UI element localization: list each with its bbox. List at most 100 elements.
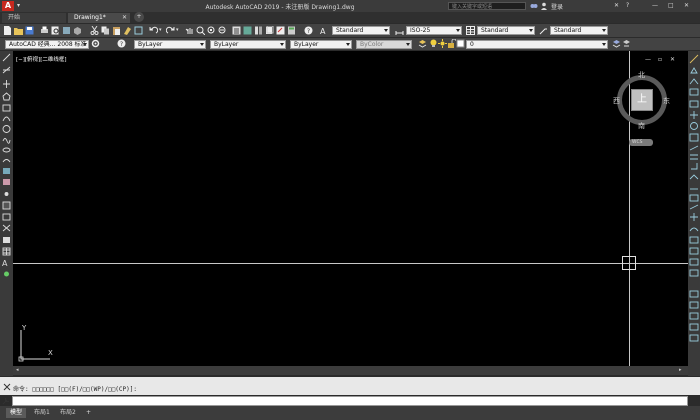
workspace-value: AutoCAD 经典... 2008 标准 [9, 41, 87, 48]
table-style-select[interactable]: Standard [477, 26, 535, 35]
text-style-icon[interactable]: A [319, 26, 328, 35]
standard-toolbar: ▾ ▾ ? A Standard ISO-25 Standard Standar… [0, 24, 700, 37]
viewcube-west-label[interactable]: 西 [613, 96, 620, 106]
design-center-icon[interactable] [243, 26, 252, 35]
new-tab-button[interactable]: + [134, 12, 144, 22]
layer-properties-icon[interactable] [418, 39, 427, 48]
viewcube-east-label[interactable]: 东 [663, 96, 670, 106]
tab-start[interactable]: 开始 [2, 13, 66, 23]
wcs-menu-button[interactable]: WCS [629, 139, 653, 146]
mleader-style-icon[interactable] [539, 26, 548, 35]
copy-icon[interactable] [101, 26, 110, 35]
command-customize-wrench-icon[interactable] [2, 397, 11, 405]
horizontal-scrollbar[interactable]: ◂ ▸ [13, 366, 688, 375]
maximize-button[interactable]: □ [668, 2, 674, 9]
linetype-value: ByLayer [214, 41, 239, 48]
table-style-icon[interactable] [466, 26, 475, 35]
new-file-icon[interactable] [3, 26, 12, 35]
app-menu-arrow-icon[interactable]: ▾ [17, 2, 20, 9]
lineweight-value: ByLayer [294, 41, 319, 48]
workspace-select[interactable]: AutoCAD 经典... 2008 标准 [5, 40, 89, 49]
user-icon[interactable] [540, 2, 548, 10]
plot-icon[interactable] [40, 26, 49, 35]
sheet-set-icon[interactable] [265, 26, 274, 35]
layer-previous-icon[interactable] [622, 39, 631, 48]
ucs-icon [18, 330, 50, 362]
color-value: ByLayer [138, 41, 163, 48]
tab-layout1[interactable]: 布局1 [30, 408, 54, 418]
viewcube-south-label[interactable]: 南 [638, 121, 645, 131]
command-input[interactable] [12, 396, 688, 406]
drawing-canvas[interactable]: [−][俯视][二维线框] — ▫ ✕ 上 北 南 东 西 WCS Y X [13, 51, 688, 366]
text-style-select[interactable]: Standard [332, 26, 390, 35]
redo-icon[interactable] [166, 26, 175, 35]
layer-select[interactable]: 0 [466, 40, 608, 49]
zoom-realtime-icon[interactable] [196, 26, 205, 35]
redo-dropdown-icon[interactable]: ▾ [176, 27, 179, 33]
color-select[interactable]: ByLayer [134, 40, 206, 49]
chevron-down-icon [529, 29, 533, 32]
block-editor-icon[interactable] [134, 26, 143, 35]
linetype-select[interactable]: ByLayer [210, 40, 286, 49]
viewport-controls-label[interactable]: [−][俯视][二维线框] [16, 55, 66, 63]
properties-icon[interactable] [232, 26, 241, 35]
plot-preview-icon[interactable] [51, 26, 60, 35]
save-icon[interactable] [25, 26, 34, 35]
close-button[interactable]: ✕ [684, 2, 689, 9]
chevron-down-icon [602, 43, 606, 46]
paste-icon[interactable] [112, 26, 121, 35]
help-circle-icon[interactable]: ? [117, 39, 126, 48]
command-prompt-text: 命令: □□□□□□ [□□(F)/□□(WP)/□□(CP)]: [13, 386, 137, 393]
mleader-style-select[interactable]: Standard [550, 26, 608, 35]
publish-icon[interactable] [62, 26, 71, 35]
dim-style-select[interactable]: ISO-25 [406, 26, 462, 35]
dim-style-icon[interactable] [395, 26, 404, 35]
layer-color-swatch-icon [456, 39, 465, 48]
match-properties-icon[interactable] [123, 26, 132, 35]
search-input[interactable]: 键入关键字或短语 [448, 2, 526, 10]
pan-icon[interactable] [185, 26, 194, 35]
autocad-logo-icon[interactable]: A [2, 1, 14, 11]
table-style-value: Standard [481, 27, 509, 34]
help-circle-icon[interactable]: ? [304, 26, 313, 35]
chevron-down-icon [346, 43, 350, 46]
viewport-minimize-button[interactable]: — [645, 56, 651, 63]
tab-layout2[interactable]: 布局2 [56, 408, 80, 418]
minimize-button[interactable]: — [652, 2, 658, 9]
open-folder-icon[interactable] [14, 26, 23, 35]
lineweight-select[interactable]: ByLayer [290, 40, 352, 49]
sign-in-label[interactable]: 登录 [551, 2, 563, 11]
undo-icon[interactable] [149, 26, 158, 35]
search-binoculars-icon[interactable] [530, 2, 538, 10]
workspace-settings-gear-icon[interactable] [91, 39, 100, 48]
cut-icon[interactable] [90, 26, 99, 35]
tool-palettes-icon[interactable] [254, 26, 263, 35]
scroll-right-icon[interactable]: ▸ [679, 368, 683, 373]
layers-properties-toolbar: AutoCAD 经典... 2008 标准 ? ByLayer ByLayer … [0, 38, 700, 50]
exchange-icon[interactable]: ✕ [614, 2, 619, 9]
viewcube-top-face[interactable]: 上 [631, 89, 653, 111]
unlock-icon[interactable] [447, 39, 456, 48]
viewport-close-button[interactable]: ✕ [670, 56, 675, 63]
plotstyle-select[interactable]: ByColor [356, 40, 412, 49]
3d-print-icon[interactable] [73, 26, 82, 35]
scroll-left-icon[interactable]: ◂ [16, 368, 20, 373]
sun-freeze-icon[interactable] [438, 39, 447, 48]
zoom-window-icon[interactable] [207, 26, 216, 35]
markup-icon[interactable] [276, 26, 285, 35]
viewport-restore-button[interactable]: ▫ [658, 56, 662, 63]
command-close-icon[interactable] [3, 383, 11, 391]
pickbox-cursor [622, 256, 636, 270]
undo-dropdown-icon[interactable]: ▾ [159, 27, 162, 33]
tab-model[interactable]: 模型 [6, 408, 27, 418]
viewcube-north-label[interactable]: 北 [638, 70, 645, 80]
file-tab-bar: 开始 Drawing1* ✕ + [0, 12, 700, 23]
make-current-layer-icon[interactable] [612, 39, 621, 48]
lightbulb-icon[interactable] [429, 39, 438, 48]
calculator-icon[interactable] [287, 26, 296, 35]
help-icon[interactable]: ? [626, 2, 629, 9]
zoom-previous-icon[interactable] [218, 26, 227, 35]
tab-close-icon[interactable]: ✕ [122, 13, 127, 23]
add-layout-button[interactable]: + [82, 408, 95, 418]
tab-drawing1[interactable]: Drawing1* [68, 13, 130, 23]
